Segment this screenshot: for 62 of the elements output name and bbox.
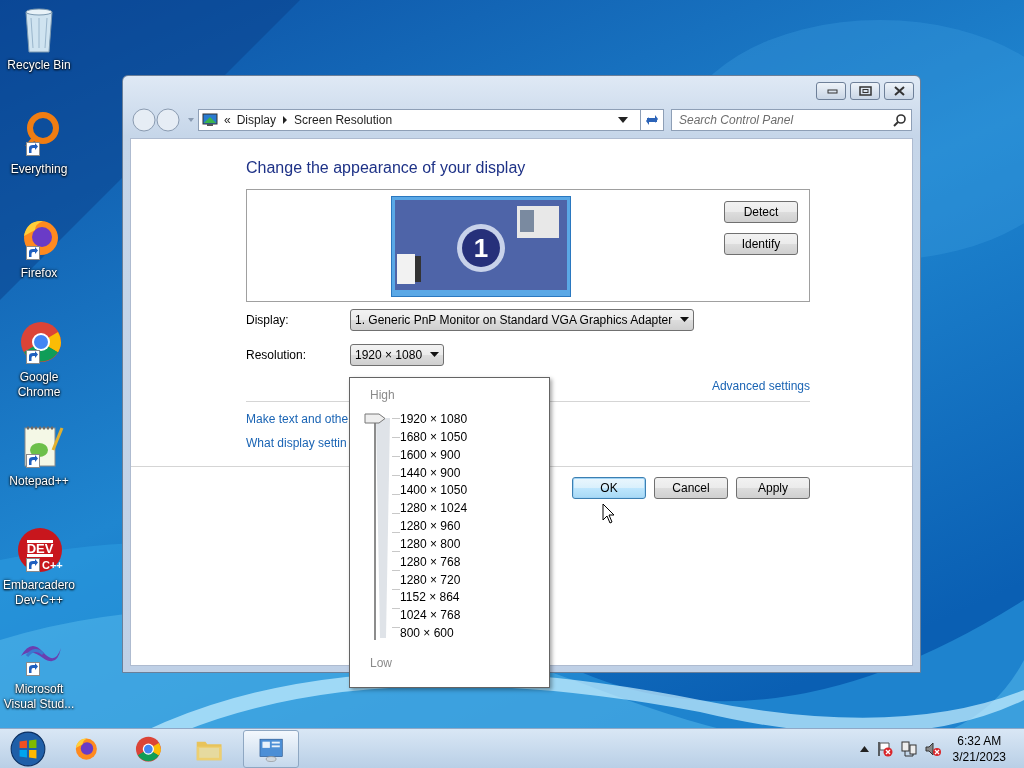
- resolution-option[interactable]: 1400 × 1050: [400, 483, 468, 502]
- caret-icon[interactable]: [430, 352, 440, 357]
- search-icon[interactable]: [893, 113, 907, 127]
- resolution-option[interactable]: 1152 × 864: [400, 590, 468, 609]
- monitor-preview[interactable]: 1: [391, 196, 571, 297]
- mouse-cursor-icon: [602, 503, 616, 525]
- resolution-option[interactable]: 1280 × 768: [400, 554, 468, 573]
- icon-label: Google Chrome: [16, 370, 62, 400]
- resolution-option[interactable]: 1280 × 800: [400, 536, 468, 555]
- resolution-option[interactable]: 800 × 600: [400, 626, 468, 644]
- refresh-icon[interactable]: [645, 113, 659, 127]
- clock-time[interactable]: 6:32 AM: [957, 732, 1002, 749]
- field-label: Display:: [246, 312, 290, 327]
- resolution-option[interactable]: 1024 × 768: [400, 608, 468, 627]
- resolution-option[interactable]: 1280 × 1024: [400, 501, 468, 520]
- address-bar[interactable]: « Display Screen Resolution: [198, 109, 641, 131]
- slider-label: High: [370, 388, 396, 402]
- refresh-button[interactable]: [640, 109, 664, 131]
- dropdown-caret-icon[interactable]: [618, 117, 628, 123]
- dialog-button[interactable]: OK: [572, 477, 646, 499]
- network-icon[interactable]: [900, 740, 917, 757]
- field-label: Resolution:: [246, 347, 308, 362]
- icon-label: Recycle Bin: [6, 58, 72, 73]
- preview-button[interactable]: Identify: [724, 233, 798, 255]
- minimize-button[interactable]: [816, 82, 846, 100]
- resolution-option[interactable]: 1280 × 720: [400, 572, 468, 591]
- preview-button[interactable]: Detect: [724, 201, 798, 223]
- slider-label: Low: [370, 656, 393, 670]
- volume-muted-icon[interactable]: [924, 740, 941, 757]
- overflow-chevron[interactable]: «: [224, 113, 231, 127]
- page-heading: Change the appearance of your display: [246, 159, 527, 177]
- maximize-button[interactable]: [850, 82, 880, 100]
- resolution-option[interactable]: 1680 × 1050: [400, 429, 468, 448]
- icon-label: Everything: [9, 162, 69, 177]
- dropdown[interactable]: 1. Generic PnP Monitor on Standard VGA Graphics Adapter: [350, 308, 695, 331]
- restore-icon[interactable]: [856, 85, 874, 97]
- icon-label: Microsoft Visual Stud...: [2, 682, 76, 712]
- link[interactable]: Make text and othe: [246, 412, 349, 426]
- dialog-button[interactable]: Apply: [736, 477, 810, 499]
- resolution-option[interactable]: 1600 × 900: [400, 447, 468, 466]
- icon-label: Firefox: [19, 266, 59, 281]
- separator-arrow-icon[interactable]: [282, 116, 289, 124]
- flag-icon[interactable]: [876, 740, 893, 757]
- resolution-option[interactable]: 1440 × 900: [400, 465, 468, 484]
- clock-date[interactable]: 3/21/2023: [952, 748, 1006, 765]
- dropdown[interactable]: 1920 × 1080: [350, 343, 445, 366]
- close-button[interactable]: [884, 82, 914, 100]
- monitor-icon: [202, 113, 218, 127]
- icon-label: Embarcadero Dev-C++: [1, 578, 76, 608]
- slider-thumb[interactable]: [364, 413, 386, 424]
- link[interactable]: What display settin: [246, 436, 347, 450]
- link[interactable]: Advanced settings: [711, 379, 810, 393]
- breadcrumb[interactable]: Screen Resolution: [294, 113, 393, 127]
- breadcrumb[interactable]: Display: [236, 113, 277, 127]
- resolution-option[interactable]: 1280 × 960: [400, 519, 468, 537]
- icon-label: Notepad++: [8, 474, 70, 489]
- caret-icon[interactable]: [680, 317, 690, 322]
- show-hidden-icons-button[interactable]: [859, 745, 869, 752]
- search-field[interactable]: Search Control Panel: [671, 109, 912, 131]
- dialog-button[interactable]: Cancel: [654, 477, 728, 499]
- taskbar-button[interactable]: [243, 729, 299, 768]
- resolution-option[interactable]: 1920 × 1080: [400, 412, 468, 430]
